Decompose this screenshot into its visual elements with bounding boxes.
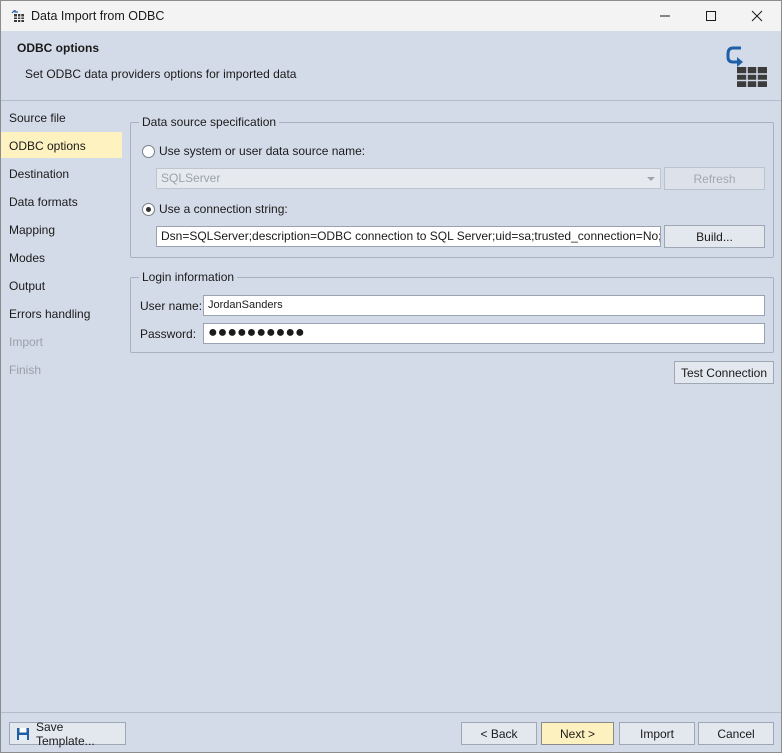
wizard-steps-sidebar: Source file ODBC options Destination Dat… xyxy=(1,102,122,712)
sidebar-item-data-formats[interactable]: Data formats xyxy=(1,188,122,214)
conn-string-radio[interactable] xyxy=(142,202,155,216)
sidebar-item-output[interactable]: Output xyxy=(1,272,122,298)
app-table-icon xyxy=(11,10,24,22)
dsn-select-value: SQLServer xyxy=(161,171,221,185)
minimize-button[interactable] xyxy=(642,1,688,31)
login-group-title: Login information xyxy=(139,270,238,284)
sidebar-item-destination[interactable]: Destination xyxy=(1,160,122,186)
window-title: Data Import from ODBC xyxy=(31,9,165,23)
chevron-down-icon xyxy=(647,177,655,181)
dsn-select: SQLServer xyxy=(156,168,661,189)
import-dialog: Data Import from ODBC ODBC options Set O… xyxy=(0,0,782,753)
refresh-button: Refresh xyxy=(664,167,765,190)
title-bar: Data Import from ODBC xyxy=(1,1,781,31)
dsn-radio[interactable] xyxy=(142,144,155,158)
wizard-footer: Save Template... < Back Next > Import Ca… xyxy=(1,712,781,752)
import-table-icon xyxy=(726,46,767,87)
maximize-button[interactable] xyxy=(688,1,734,31)
page-subtitle: Set ODBC data providers options for impo… xyxy=(25,67,297,81)
maximize-icon xyxy=(706,11,716,21)
close-icon xyxy=(751,10,763,22)
sidebar-item-import: Import xyxy=(9,335,44,349)
dsn-radio-label: Use system or user data source name: xyxy=(159,144,366,158)
save-template-button[interactable]: Save Template... xyxy=(9,719,126,748)
datasource-group: Data source specification Use system or … xyxy=(130,115,774,258)
import-button[interactable]: Import xyxy=(619,722,695,745)
conn-string-radio-label: Use a connection string: xyxy=(159,202,288,216)
save-template-label: Save Template... xyxy=(35,719,95,748)
back-button[interactable]: < Back xyxy=(461,722,537,745)
sidebar-item-finish: Finish xyxy=(9,363,42,377)
password-label: Password: xyxy=(140,327,197,341)
login-group: Login information User name: JordanSande… xyxy=(130,270,774,353)
conn-string-radio-option[interactable]: Use a connection string: xyxy=(142,202,288,216)
main-panel: Data source specification Use system or … xyxy=(122,102,781,712)
connection-string-input[interactable]: Dsn=SQLServer;description=ODBC connectio… xyxy=(156,226,661,247)
save-icon xyxy=(16,727,29,740)
build-button[interactable]: Build... xyxy=(664,225,765,248)
dsn-radio-option[interactable]: Use system or user data source name: xyxy=(142,144,365,158)
datasource-group-title: Data source specification xyxy=(139,115,280,129)
sidebar-item-odbc-options[interactable]: ODBC options xyxy=(1,132,122,158)
username-input[interactable]: JordanSanders xyxy=(203,295,765,316)
page-title: ODBC options xyxy=(17,41,99,55)
cancel-button[interactable]: Cancel xyxy=(698,722,774,745)
username-label: User name: xyxy=(140,299,203,313)
sidebar-item-modes[interactable]: Modes xyxy=(1,244,122,270)
wizard-header: ODBC options Set ODBC data providers opt… xyxy=(1,31,781,101)
test-connection-button[interactable]: Test Connection xyxy=(674,361,774,384)
sidebar-item-errors-handling[interactable]: Errors handling xyxy=(1,300,122,326)
password-input[interactable]: ●●●●●●●●●● xyxy=(203,323,765,344)
sidebar-item-source-file[interactable]: Source file xyxy=(1,104,122,130)
close-button[interactable] xyxy=(734,1,780,31)
next-button[interactable]: Next > xyxy=(541,722,614,745)
sidebar-item-mapping[interactable]: Mapping xyxy=(1,216,122,242)
minimize-icon xyxy=(660,15,670,17)
